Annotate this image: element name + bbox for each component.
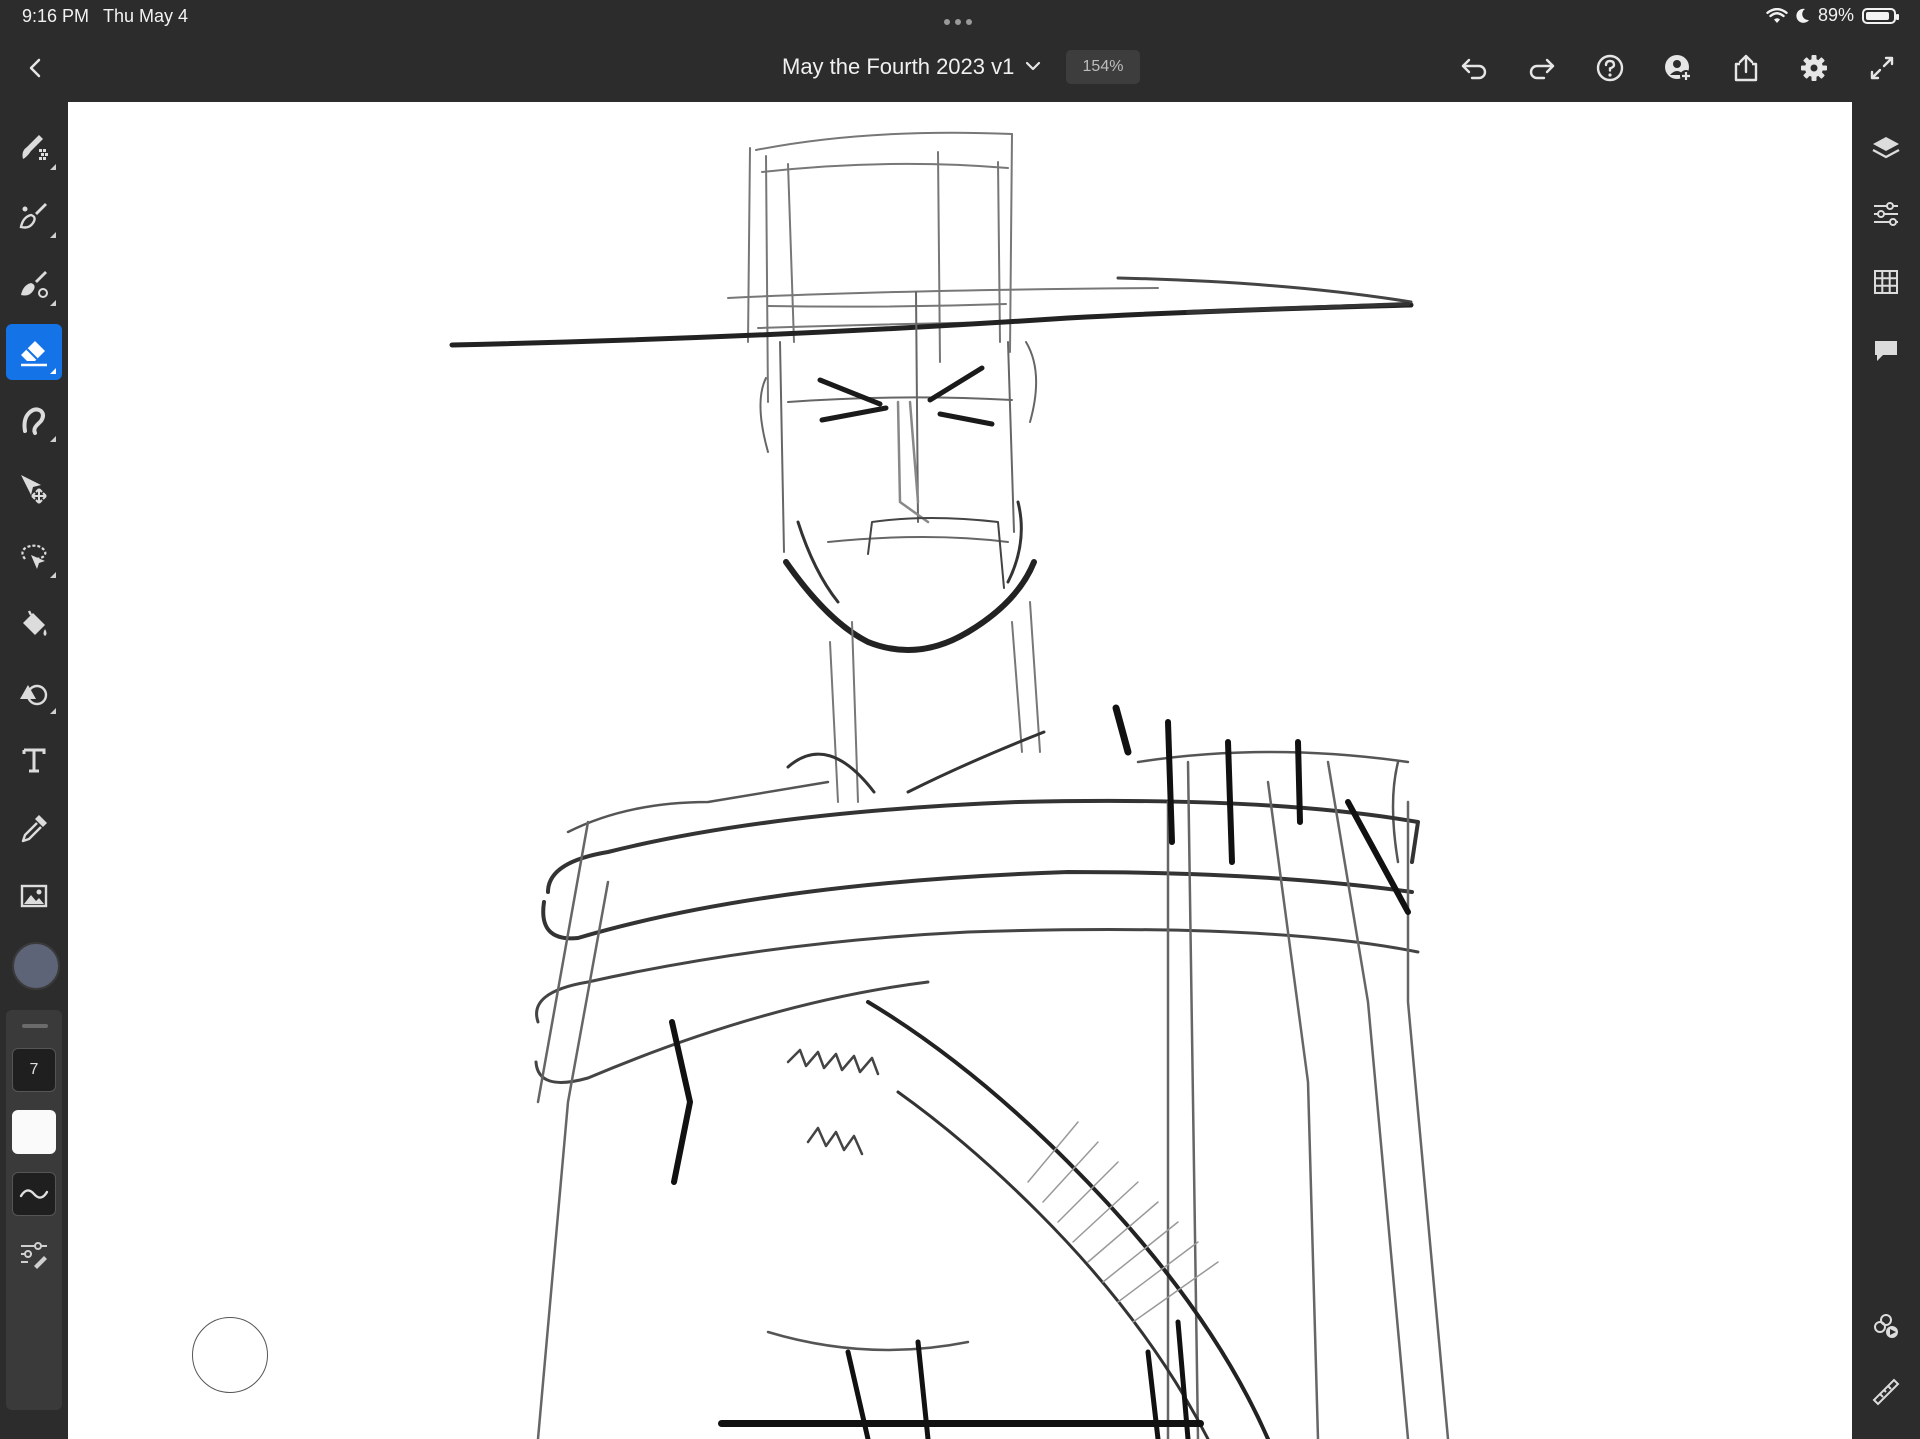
battery-icon [1862,7,1899,24]
image-icon [20,884,48,908]
redo-icon [1529,58,1555,80]
back-icon [29,58,41,78]
redo-button[interactable] [1524,50,1560,86]
fill-tool[interactable] [6,596,62,652]
brush-settings-icon [21,1242,47,1269]
selection-tool[interactable] [6,528,62,584]
brush-size-control[interactable]: 7 [12,1048,56,1092]
lasso-icon [21,544,47,569]
multitasking-dots-icon[interactable] [944,12,978,25]
moon-icon [1796,8,1809,23]
drawing-canvas[interactable] [68,102,1852,1439]
timelapse-button[interactable] [1866,1306,1906,1346]
title-menu-button[interactable] [1023,56,1043,76]
eyedropper-icon [21,815,47,843]
pixel-brush-tool[interactable] [6,120,62,176]
layers-button[interactable] [1866,128,1906,168]
wifi-icon [1766,7,1788,23]
image-tool[interactable] [6,868,62,924]
zoom-level[interactable]: 154% [1066,50,1140,84]
eraser-tool[interactable] [6,324,62,380]
brush-cursor-ring [192,1317,268,1393]
move-transform-icon [21,475,47,504]
grid-button[interactable] [1866,262,1906,302]
text-tool[interactable] [6,732,62,788]
live-brush-tool[interactable] [6,188,62,244]
vector-brush-icon [21,271,48,298]
battery-percent: 89% [1817,5,1854,25]
smudge-tool[interactable] [6,392,62,448]
settings-icon [1801,55,1827,81]
help-icon [1596,54,1624,82]
eraser-icon [21,341,47,367]
ruler-icon [1872,1378,1900,1406]
status-bar: 9:16 PM Thu May 4 89% [0,0,1920,34]
timelapse-icon [1874,1314,1898,1338]
comments-icon [1875,341,1897,361]
grid-icon [1874,270,1898,294]
share-icon [1734,54,1758,82]
layers-icon [1872,137,1900,159]
panel-drag-handle[interactable] [22,1024,48,1028]
share-button[interactable] [1728,50,1764,86]
pixel-brush-icon [22,135,48,160]
back-button[interactable] [22,52,50,84]
eyedropper-tool[interactable] [6,800,62,856]
settings-button[interactable] [1796,50,1832,86]
vector-brush-tool[interactable] [6,256,62,312]
invite-icon [1665,55,1692,82]
layer-properties-button[interactable] [1866,194,1906,234]
layer-properties-icon [1874,202,1898,226]
transform-tool[interactable] [6,460,62,516]
status-time: 9:16 PM [22,6,90,26]
brush-properties-panel: 7 [6,1010,62,1410]
text-icon [22,748,46,773]
home-indicator[interactable] [718,1420,1204,1427]
brush-settings-button[interactable] [12,1232,56,1276]
smoothing-control[interactable] [12,1172,56,1216]
right-toolbar [1852,102,1920,1439]
left-toolbar: 7 [0,102,68,1439]
invite-button[interactable] [1660,50,1696,86]
shapes-tool[interactable] [6,664,62,720]
smudge-icon [22,407,45,435]
fullscreen-icon [1870,56,1894,80]
status-indicators: 89% [1766,5,1899,26]
undo-icon [1461,58,1487,80]
undo-button[interactable] [1456,50,1492,86]
opacity-control[interactable] [12,1110,56,1154]
status-date: Thu May 4 [103,6,189,26]
ruler-button[interactable] [1866,1372,1906,1412]
color-picker-button[interactable] [12,942,60,990]
fullscreen-button[interactable] [1864,50,1900,86]
smoothing-wave-icon [19,1189,49,1199]
shapes-icon [20,684,48,706]
top-toolbar: May the Fourth 2023 v1 154% [0,34,1920,102]
document-title[interactable]: May the Fourth 2023 v1 [782,54,1014,80]
help-button[interactable] [1592,50,1628,86]
sketch-artwork [449,131,1450,1439]
paint-bucket-icon [23,610,47,636]
chevron-down-icon [1025,61,1041,71]
comments-button[interactable] [1866,330,1906,370]
live-brush-icon [19,203,47,229]
